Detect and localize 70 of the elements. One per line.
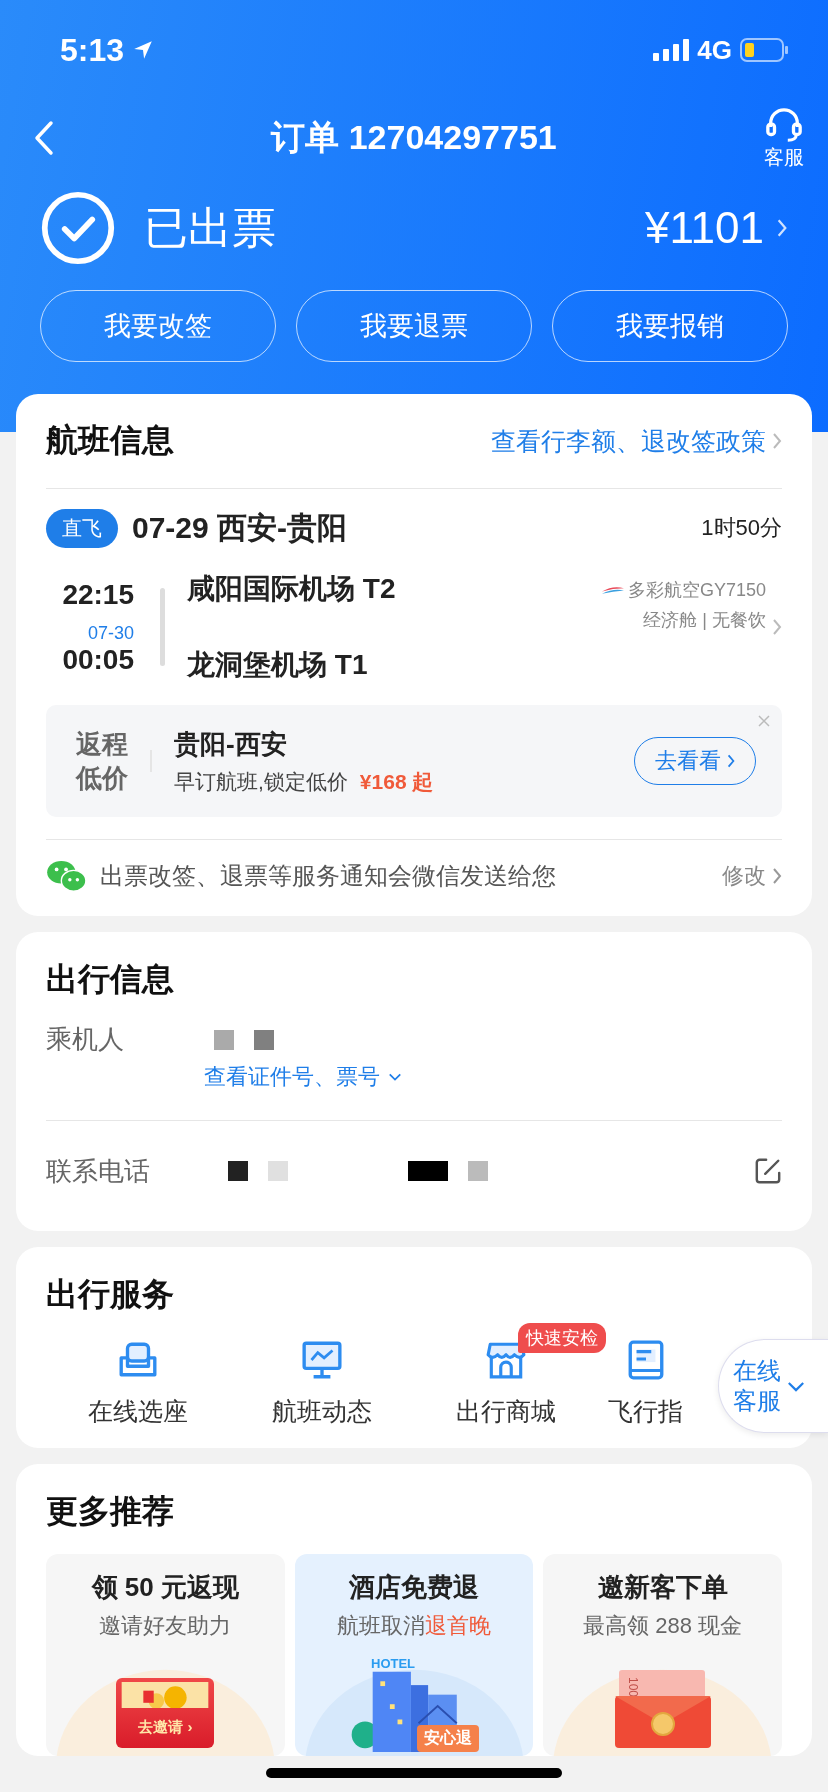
service-item[interactable]: 航班动态: [272, 1339, 372, 1428]
promo-tile[interactable]: 领 50 元返现 邀请好友助力 去邀请 ›: [46, 1554, 285, 1756]
chevron-right-icon[interactable]: [772, 618, 782, 636]
promo-badge: 快速安检: [518, 1323, 606, 1353]
flight-duration: 1时50分: [701, 514, 782, 542]
redaction-block: [468, 1161, 488, 1181]
promo-badge-line: 返程: [76, 728, 128, 761]
order-title: 订单 12704297751: [269, 117, 558, 158]
promo-badge-line: 低价: [76, 762, 128, 795]
envelope-drawing: 去邀请 ›: [116, 1678, 215, 1748]
chevron-down-icon[interactable]: [388, 1072, 402, 1082]
order-price[interactable]: ¥1101: [644, 203, 764, 253]
location-arrow-icon: [132, 39, 155, 61]
redaction-block: [268, 1161, 288, 1181]
departure-airport: 咸阳国际机场 T2: [187, 572, 396, 606]
chat-bubbles-icon: [46, 859, 88, 893]
signal-icon: [653, 39, 690, 61]
promo-tile[interactable]: 酒店免费退 航班取消退首晚 HOTEL 安心退: [294, 1554, 534, 1756]
airline-logo-icon: [601, 584, 624, 596]
promo-subtitle: 航班取消退首晚: [337, 1612, 491, 1640]
service-item[interactable]: 在线选座: [88, 1339, 188, 1428]
promo-text: 早订航班,锁定低价: [174, 768, 348, 795]
airline-flight-number: 多彩航空GY7150: [627, 579, 766, 602]
policy-link[interactable]: 查看行李额、退改签政策: [491, 424, 766, 458]
phone-label: 联系电话: [46, 1154, 151, 1188]
customer-service-button[interactable]: 客服: [764, 105, 804, 171]
departure-time: 22:15: [62, 578, 134, 611]
promo-title: 酒店免费退: [349, 1571, 479, 1604]
section-title: 航班信息: [46, 421, 174, 460]
battery-icon: [740, 38, 788, 62]
notice-text: 出票改签、退票等服务通知会微信发送给您: [100, 861, 556, 891]
chevron-right-icon[interactable]: [772, 867, 782, 885]
promo-tile[interactable]: 邀新客下单 最高领 288 现金 100: [543, 1554, 782, 1756]
arrival-airport: 龙洞堡机场 T1: [187, 648, 369, 682]
chevron-down-icon: [787, 1380, 805, 1392]
promo-price: ¥168 起: [359, 768, 434, 795]
monitor-chart-icon: [301, 1339, 343, 1381]
section-title: 出行信息: [46, 960, 174, 999]
redaction-block: [408, 1161, 448, 1181]
chevron-right-icon[interactable]: [772, 432, 782, 450]
cabin-info: 经济舱 | 无餐饮: [643, 609, 766, 632]
network-type: 4G: [697, 34, 732, 66]
redaction-block: [228, 1161, 248, 1181]
ticket-status: 已出票: [144, 201, 276, 254]
passenger-label: 乘机人: [46, 1023, 125, 1056]
return-route: 贵阳-西安: [174, 727, 288, 761]
modify-link[interactable]: 修改: [722, 861, 766, 891]
flight-route: 07-29 西安-贵阳: [132, 509, 348, 546]
close-icon[interactable]: [758, 715, 770, 727]
back-icon[interactable]: [34, 120, 54, 156]
service-item[interactable]: 飞行指: [608, 1339, 683, 1428]
id-number-link[interactable]: 查看证件号、票号: [204, 1062, 380, 1092]
section-title: 出行服务: [46, 1275, 174, 1314]
cash-envelope-drawing: 100: [612, 1670, 713, 1748]
redaction-block: [214, 1030, 234, 1050]
online-service-button[interactable]: 在线 客服: [718, 1339, 828, 1433]
arrival-date: 07-30: [87, 622, 134, 644]
promo-title: 邀新客下单: [597, 1571, 728, 1604]
hotel-building-drawing: HOTEL 安心退: [349, 1656, 479, 1752]
promo-subtitle: 最高领 288 现金: [583, 1612, 743, 1640]
section-title: 更多推荐: [46, 1492, 174, 1531]
check-circle-icon: [40, 190, 116, 266]
status-time: 5:13: [60, 31, 125, 69]
promo-subtitle: 邀请好友助力: [99, 1612, 232, 1640]
chevron-right-icon: [727, 753, 735, 769]
direct-flight-tag: 直飞: [46, 508, 118, 548]
edit-icon[interactable]: [754, 1157, 782, 1185]
promo-title: 领 50 元返现: [91, 1571, 239, 1604]
redaction-block: [254, 1030, 274, 1050]
arrival-time: 00:05: [62, 643, 134, 676]
